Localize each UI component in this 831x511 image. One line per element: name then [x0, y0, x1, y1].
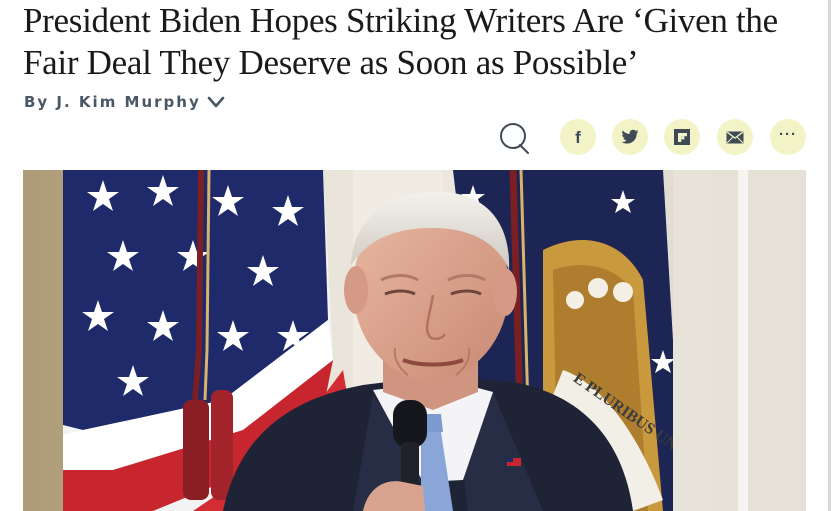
flipboard-icon — [674, 129, 690, 145]
byline-text: By J. Kim Murphy — [24, 93, 201, 111]
email-share-button[interactable] — [717, 119, 753, 155]
comment-button[interactable] — [496, 120, 532, 156]
twitter-share-button[interactable] — [612, 119, 648, 155]
more-icon: ··· — [779, 125, 797, 143]
flipboard-share-button[interactable] — [664, 119, 700, 155]
article-photo: E PLURIBUS UNU — [23, 170, 806, 511]
more-share-button[interactable]: ··· — [770, 119, 806, 155]
comment-icon — [500, 123, 529, 154]
author-byline[interactable]: By J. Kim Murphy — [24, 91, 225, 113]
article-headline: President Biden Hopes Striking Writers A… — [23, 1, 778, 82]
facebook-icon: f — [575, 127, 581, 147]
email-icon — [726, 130, 744, 143]
facebook-share-button[interactable]: f — [560, 119, 596, 155]
twitter-icon — [621, 129, 639, 144]
chevron-down-icon — [207, 96, 225, 108]
